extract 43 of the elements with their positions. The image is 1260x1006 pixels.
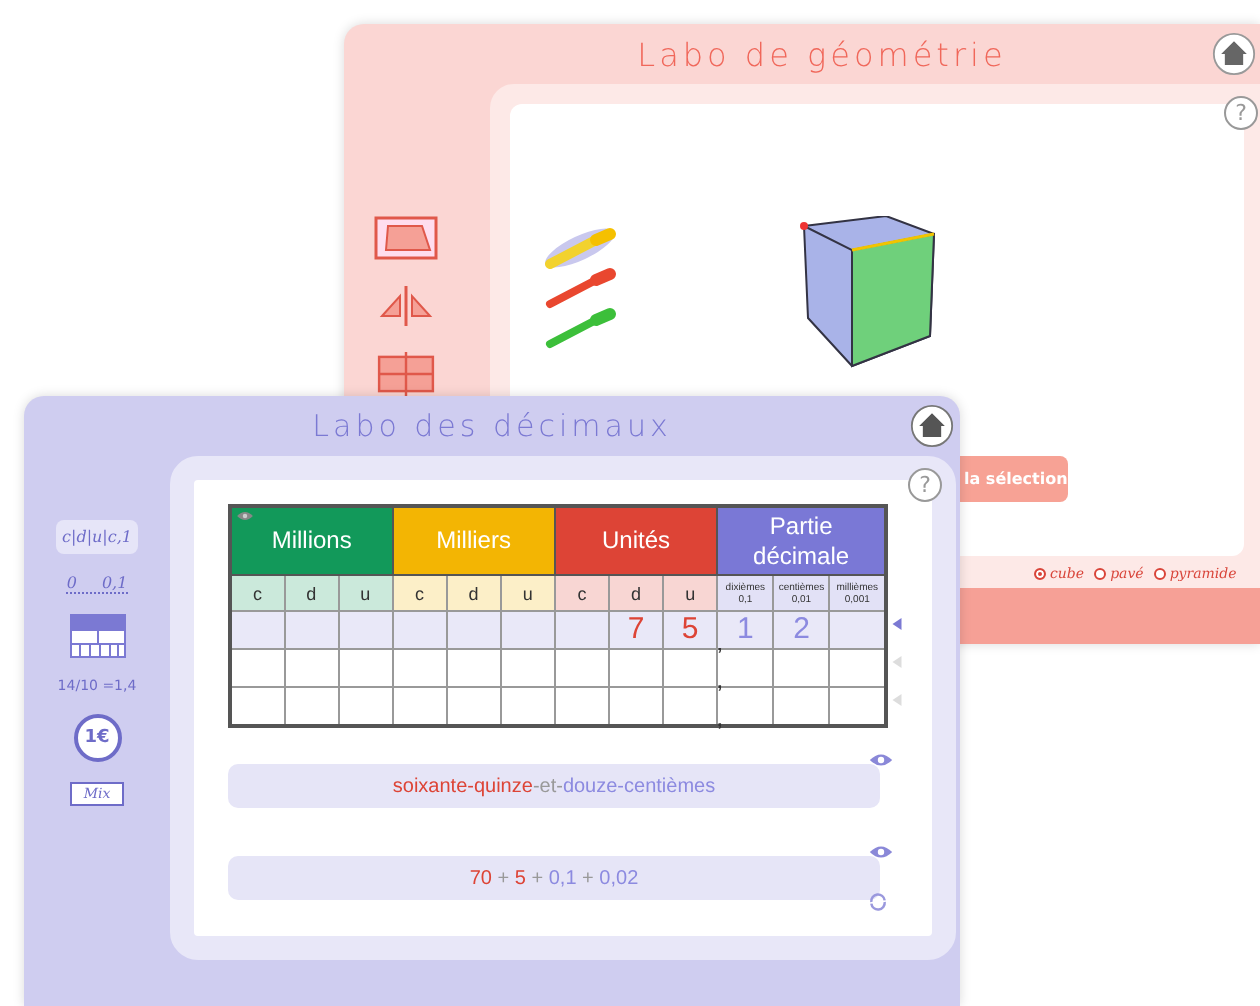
help-icon[interactable]: ?	[908, 468, 942, 502]
symmetry-icon[interactable]	[374, 284, 438, 328]
fraction-blocks-icon[interactable]	[69, 614, 125, 658]
column-group-header: Unités	[554, 506, 718, 575]
number-line-tool[interactable]: 0 0,1	[66, 574, 128, 594]
paintbrushes-drawing[interactable]	[540, 224, 620, 352]
digit: 2	[793, 612, 810, 646]
refresh-icon[interactable]	[868, 892, 888, 912]
answer-strip: 70 + 5 + 0,1 + 0,02	[228, 856, 880, 900]
eye-icon[interactable]	[868, 844, 894, 860]
euro-coin-tool[interactable]: 1€	[73, 714, 121, 762]
window-title: Labo de géométrie	[635, 36, 1009, 74]
column-group-header: Partie décimale	[717, 506, 886, 575]
window-title: Labo des décimaux	[310, 406, 674, 448]
row-pointer-icon[interactable]	[892, 618, 902, 630]
decimal-comma: ,	[717, 712, 723, 730]
home-icon[interactable]	[1212, 32, 1256, 76]
digit: 7	[627, 612, 645, 646]
column-header: u	[663, 575, 718, 611]
column-header: c	[554, 575, 609, 611]
eye-icon[interactable]	[236, 510, 254, 522]
column-header: d	[284, 575, 339, 611]
radio-button[interactable]	[1094, 568, 1107, 580]
column-header: c	[392, 575, 447, 611]
radio-button[interactable]	[1034, 568, 1046, 580]
eye-icon[interactable]	[868, 752, 894, 768]
grid-icon[interactable]	[374, 352, 438, 396]
radio-button[interactable]	[1153, 568, 1166, 580]
column-header: u	[338, 575, 393, 611]
selection-button[interactable]: la sélection	[960, 456, 1068, 502]
decimal-comma: ,	[717, 674, 723, 692]
digit: 5	[681, 612, 699, 646]
answer-strip: soixante-quinze-et-douze-centièmes	[228, 764, 880, 808]
column-header: c	[230, 575, 285, 611]
column-group-header: Millions	[230, 506, 393, 575]
column-header: d	[446, 575, 501, 611]
parallelogram-grid-icon[interactable]	[374, 216, 438, 260]
home-icon[interactable]	[910, 404, 954, 448]
column-group-header: Milliers	[392, 506, 555, 575]
column-header: u	[500, 575, 555, 611]
digit: 1	[737, 612, 754, 646]
place-value-tool[interactable]: c|d|u|c,1	[56, 520, 138, 554]
column-header: d	[608, 575, 664, 611]
